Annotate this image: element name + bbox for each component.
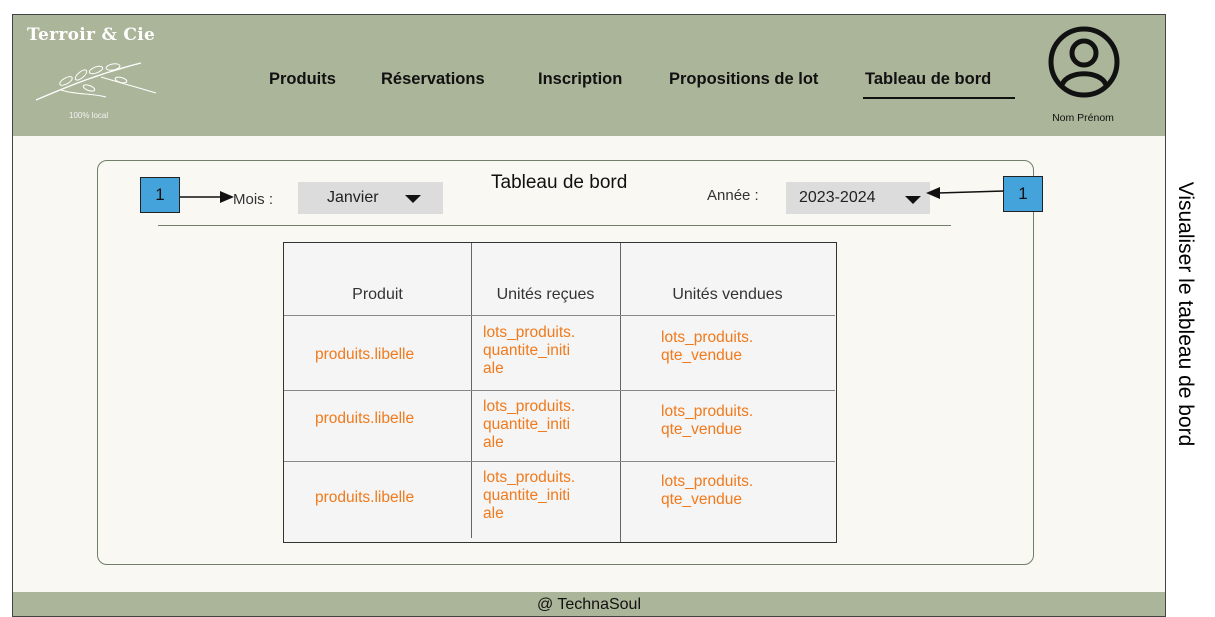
- year-select-value: 2023-2024: [799, 189, 876, 206]
- cell-unites-recues: lots_produits. quantite_initi ale: [483, 324, 576, 377]
- nav-reservations[interactable]: Réservations: [381, 70, 485, 89]
- app-window: Terroir & Cie 100% local Produits Réserv…: [12, 14, 1166, 617]
- footer: @ TechnaSoul: [13, 592, 1165, 616]
- cell-unites-recues: lots_produits. quantite_initi ale: [483, 398, 576, 451]
- brand-name: Terroir & Cie: [27, 25, 156, 45]
- side-caption: Visualiser le tableau de bord: [1174, 181, 1197, 447]
- active-nav-underline: [863, 97, 1015, 99]
- cell-produit: produits.libelle: [315, 346, 415, 363]
- chevron-down-icon: [405, 195, 421, 203]
- row-divider: [284, 315, 835, 316]
- cell-produit: produits.libelle: [315, 410, 415, 427]
- olive-branch-icon: [35, 62, 157, 101]
- page-title: Tableau de bord: [491, 172, 628, 193]
- dashboard-table: Produit Unités reçues Unités vendues pro…: [283, 242, 837, 543]
- row-divider: [284, 461, 835, 462]
- cell-unites-vendues: lots_produits. qte_vendue: [661, 329, 754, 364]
- column-header-produit: Produit: [352, 286, 403, 303]
- header: Terroir & Cie 100% local Produits Réserv…: [13, 15, 1165, 136]
- brand-tagline: 100% local: [69, 111, 109, 120]
- month-select-value: Janvier: [327, 189, 379, 206]
- nav-tableau-de-bord[interactable]: Tableau de bord: [865, 70, 991, 89]
- cell-unites-vendues: lots_produits. qte_vendue: [661, 473, 754, 508]
- cell-unites-vendues: lots_produits. qte_vendue: [661, 403, 754, 438]
- nav-produits[interactable]: Produits: [269, 70, 336, 89]
- cell-unites-recues: lots_produits. quantite_initi ale: [483, 469, 576, 522]
- user-circle-icon[interactable]: [1047, 25, 1121, 99]
- annotation-marker-year: 1: [1003, 176, 1043, 212]
- annotation-marker-month: 1: [140, 177, 180, 213]
- nav-propositions-de-lot[interactable]: Propositions de lot: [669, 70, 818, 89]
- cell-produit: produits.libelle: [315, 489, 415, 506]
- divider: [158, 225, 951, 226]
- month-select[interactable]: Janvier: [298, 182, 443, 214]
- month-label: Mois :: [233, 191, 274, 208]
- column-header-unites-vendues: Unités vendues: [672, 286, 783, 303]
- year-select[interactable]: 2023-2024: [786, 182, 930, 214]
- logo[interactable]: Terroir & Cie 100% local: [27, 25, 177, 125]
- chevron-down-icon: [905, 196, 921, 204]
- row-divider: [284, 390, 835, 391]
- arrow-left-icon: [926, 187, 1004, 199]
- user-name[interactable]: Nom Prénom: [1031, 112, 1135, 124]
- year-label: Année :: [707, 187, 759, 204]
- nav-inscription[interactable]: Inscription: [538, 70, 622, 89]
- arrow-right-icon: [180, 191, 234, 203]
- column-header-unites-recues: Unités reçues: [496, 286, 595, 303]
